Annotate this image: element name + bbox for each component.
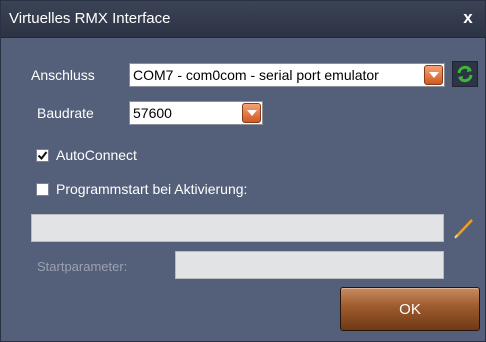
program-start-label: Programmstart bei Aktivierung: xyxy=(56,181,248,197)
program-start-checkbox[interactable] xyxy=(36,183,49,196)
connection-dropdown-button[interactable] xyxy=(424,65,443,85)
chevron-down-icon xyxy=(428,72,439,78)
window-title: Virtuelles RMX Interface xyxy=(9,10,171,27)
connection-label: Anschluss xyxy=(31,67,95,83)
title-bar[interactable]: Virtuelles RMX Interface x xyxy=(1,1,485,38)
checkmark-icon xyxy=(37,151,48,161)
connection-value: COM7 - com0com - serial port emulator xyxy=(133,67,379,83)
close-button[interactable]: x xyxy=(457,7,479,29)
refresh-ports-button[interactable] xyxy=(452,61,478,87)
connection-select[interactable]: COM7 - com0com - serial port emulator xyxy=(129,63,445,87)
close-icon: x xyxy=(463,8,473,27)
chevron-down-icon xyxy=(246,110,257,116)
autoconnect-label: AutoConnect xyxy=(56,147,137,163)
start-parameters-label: Startparameter: xyxy=(37,259,128,274)
autoconnect-checkbox[interactable] xyxy=(36,149,49,162)
start-parameters-field[interactable] xyxy=(175,251,444,279)
pencil-icon xyxy=(454,219,473,239)
program-path-field[interactable] xyxy=(31,214,444,242)
baudrate-label: Baudrate xyxy=(37,105,94,121)
baudrate-value: 57600 xyxy=(133,105,172,121)
refresh-icon xyxy=(457,65,473,83)
baudrate-select[interactable]: 57600 xyxy=(129,101,263,125)
baudrate-dropdown-button[interactable] xyxy=(242,103,261,123)
ok-button[interactable]: OK xyxy=(340,287,480,331)
rmx-interface-dialog: Virtuelles RMX Interface x Anschluss COM… xyxy=(0,0,486,342)
edit-path-button[interactable] xyxy=(449,213,479,243)
